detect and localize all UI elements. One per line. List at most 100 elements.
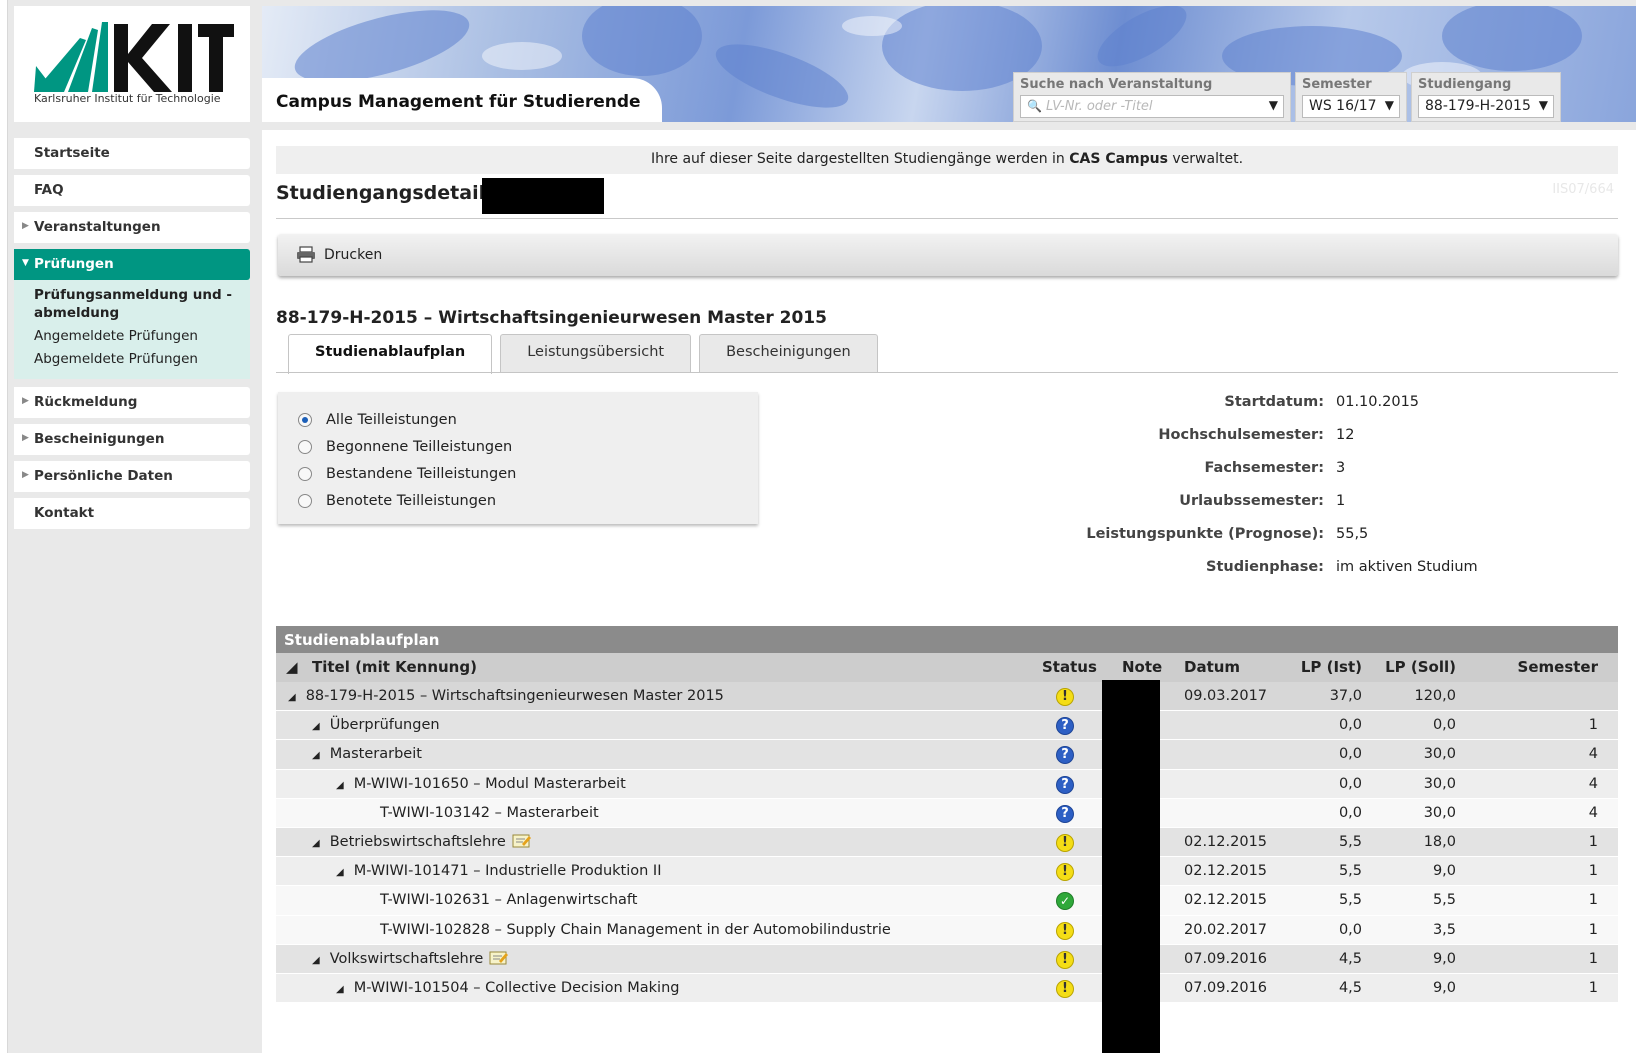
semester-select[interactable]: WS 16/17 ▼	[1302, 95, 1400, 118]
row-title[interactable]: T-WIWI-102828 – Supply Chain Management …	[380, 922, 891, 938]
triangle-down-icon[interactable]: ◢	[336, 867, 344, 878]
row-title[interactable]: T-WIWI-102631 – Anlagenwirtschaft	[380, 892, 637, 908]
sidebar-item-faq[interactable]: FAQ	[14, 175, 250, 206]
row-title: M-WIWI-101504 – Collective Decision Maki…	[353, 979, 680, 996]
row-semester: 1	[1588, 979, 1598, 996]
tab-bescheinigungen[interactable]: Bescheinigungen	[699, 334, 878, 372]
table-row[interactable]: ◢ Betriebswirtschaftslehre ! 02.12.2015 5…	[276, 827, 1618, 858]
table-row[interactable]: ◢ Überprüfungen ? 0,0 0,0 1	[276, 711, 1618, 741]
fact-key: Studienphase:	[1206, 559, 1324, 575]
filter-begonnene[interactable]: Begonnene Teilleistungen	[298, 437, 758, 456]
sidebar-item-label: FAQ	[34, 182, 64, 198]
row-title: M-WIWI-101471 – Industrielle Produktion …	[353, 863, 662, 880]
warning-status-icon: !	[1056, 921, 1074, 940]
sidebar-item-rueckmeldung[interactable]: ▶ Rückmeldung	[14, 387, 250, 418]
study-facts: Startdatum: 01.10.2015 Hochschulsemester:…	[1062, 394, 1478, 592]
row-title: 88-179-H-2015 – Wirtschaftsingenieurwese…	[305, 688, 724, 704]
redacted-note-column	[1102, 680, 1160, 1053]
chevron-down-icon: ▼	[22, 258, 29, 268]
program-select[interactable]: 88-179-H-2015 ▼	[1418, 95, 1554, 118]
sidebar-item-persoenliche-daten[interactable]: ▶ Persönliche Daten	[14, 461, 250, 492]
radio-button[interactable]	[298, 466, 312, 481]
row-lp-ist: 0,0	[1338, 921, 1362, 938]
row-datum: 02.12.2015	[1184, 833, 1268, 850]
filter-alle[interactable]: Alle Teilleistungen	[298, 410, 758, 429]
radio-button[interactable]	[298, 439, 312, 454]
status-cell: !	[1056, 833, 1074, 852]
printer-icon	[297, 246, 315, 263]
note-edit-icon[interactable]	[489, 951, 509, 965]
row-lp-soll: 9,0	[1432, 950, 1456, 967]
row-lp-soll: 18,0	[1423, 833, 1456, 850]
fact-value: 12	[1336, 427, 1355, 443]
note-edit-icon[interactable]	[512, 834, 532, 848]
collapse-all-icon[interactable]: ◢	[286, 658, 298, 676]
sidebar-item-bescheinigungen[interactable]: ▶ Bescheinigungen	[14, 424, 250, 455]
filter-label: Alle Teilleistungen	[326, 411, 457, 428]
print-button[interactable]: Drucken	[296, 246, 382, 263]
triangle-down-icon[interactable]: ◢	[312, 955, 320, 966]
course-search-input[interactable]: 🔍 LV-Nr. oder -Titel ▼	[1020, 95, 1284, 118]
course-search-label: Suche nach Veranstaltung	[1020, 77, 1213, 92]
triangle-down-icon[interactable]: ◢	[312, 750, 320, 761]
row-datum: 02.12.2015	[1184, 892, 1268, 909]
row-title-cell: ◢ Betriebswirtschaftslehre	[312, 834, 532, 850]
row-semester: 1	[1588, 833, 1598, 850]
triangle-down-icon[interactable]: ◢	[312, 838, 320, 849]
table-row[interactable]: ◢ M-WIWI-101650 – Modul Masterarbeit ? 0,…	[276, 769, 1618, 799]
tab-bar: Studienablaufplan Leistungsübersicht Bes…	[288, 334, 886, 374]
kit-logo-area[interactable]: Karlsruher Institut für Technologie	[14, 6, 250, 122]
sidebar-item-kontakt[interactable]: Kontakt	[14, 498, 250, 529]
table-row[interactable]: ◢ M-WIWI-101471 – Industrielle Produktion…	[276, 857, 1618, 887]
search-icon: 🔍	[1027, 99, 1042, 113]
info-text: Ihre auf dieser Seite dargestellten Stud…	[650, 151, 1070, 167]
radio-button[interactable]	[298, 493, 312, 508]
filter-benotete[interactable]: Benotete Teilleistungen	[298, 491, 758, 510]
triangle-down-icon[interactable]: ◢	[336, 780, 344, 791]
status-cell: !	[1056, 921, 1074, 940]
question-status-icon: ?	[1056, 775, 1074, 794]
sidebar-subitem-anmeldung[interactable]: Prüfungsanmeldung und -abmeldung	[34, 286, 250, 322]
app-title: Campus Management für Studierende	[262, 78, 662, 122]
sidebar-subitem-angemeldete[interactable]: Angemeldete Prüfungen	[34, 327, 250, 345]
row-semester: 1	[1588, 950, 1598, 967]
sidebar-subitem-abgemeldete[interactable]: Abgemeldete Prüfungen	[34, 350, 250, 368]
sidebar-item-pruefungen[interactable]: ▼ Prüfungen	[14, 249, 250, 280]
fact-leistungspunkte: Leistungspunkte (Prognose): 55,5	[1062, 526, 1478, 559]
tab-studienablaufplan[interactable]: Studienablaufplan	[288, 334, 493, 374]
row-lp-ist: 5,5	[1338, 863, 1362, 880]
question-status-icon: ?	[1056, 746, 1074, 765]
col-title[interactable]: Titel (mit Kennung)	[312, 658, 477, 676]
row-lp-soll: 120,0	[1414, 688, 1456, 704]
table-row[interactable]: T-WIWI-102828 – Supply Chain Management …	[276, 915, 1618, 945]
sidebar-item-startseite[interactable]: Startseite	[14, 138, 250, 169]
radio-button[interactable]	[298, 412, 312, 427]
filter-bestandene[interactable]: Bestandene Teilleistungen	[298, 464, 758, 483]
row-title[interactable]: T-WIWI-103142 – Masterarbeit	[380, 805, 599, 821]
row-lp-ist: 37,0	[1329, 688, 1362, 704]
col-lp-soll: LP (Soll)	[1385, 658, 1456, 676]
filter-box: Alle Teilleistungen Begonnene Teilleistu…	[278, 392, 758, 524]
sidebar-item-veranstaltungen[interactable]: ▶ Veranstaltungen	[14, 212, 250, 243]
table-row[interactable]: ◢ Volkswirtschaftslehre ! 07.09.2016 4,5 …	[276, 944, 1618, 974]
page-left-edge	[0, 0, 8, 1053]
row-lp-soll: 9,0	[1432, 979, 1456, 996]
triangle-down-icon[interactable]: ◢	[336, 984, 344, 995]
fact-key: Startdatum:	[1224, 394, 1324, 410]
table-row[interactable]: ◢ Masterarbeit ? 0,0 30,0 4	[276, 740, 1618, 770]
triangle-down-icon[interactable]: ◢	[288, 692, 296, 703]
table-row[interactable]: ◢ M-WIWI-101504 – Collective Decision Mak…	[276, 973, 1618, 1004]
triangle-down-icon[interactable]: ◢	[312, 721, 320, 732]
row-lp-soll: 9,0	[1432, 863, 1456, 880]
chevron-down-icon: ▼	[1538, 98, 1548, 112]
chevron-down-icon[interactable]: ▼	[1269, 98, 1278, 112]
fact-fachsemester: Fachsemester: 3	[1062, 460, 1478, 493]
info-text-bold: CAS Campus	[1069, 151, 1168, 167]
row-title-cell: ◢ M-WIWI-101650 – Modul Masterarbeit	[336, 776, 626, 792]
table-row[interactable]: T-WIWI-102631 – Anlagenwirtschaft ✓ 02.1…	[276, 886, 1618, 916]
table-row[interactable]: ◢ 88-179-H-2015 – Wirtschaftsingenieurwes…	[276, 682, 1618, 712]
row-datum: 07.09.2016	[1184, 950, 1268, 967]
table-row[interactable]: T-WIWI-103142 – Masterarbeit ? 0,0 30,0 …	[276, 798, 1618, 828]
tab-leistungsuebersicht[interactable]: Leistungsübersicht	[500, 334, 692, 372]
filter-label: Begonnene Teilleistungen	[326, 438, 513, 455]
